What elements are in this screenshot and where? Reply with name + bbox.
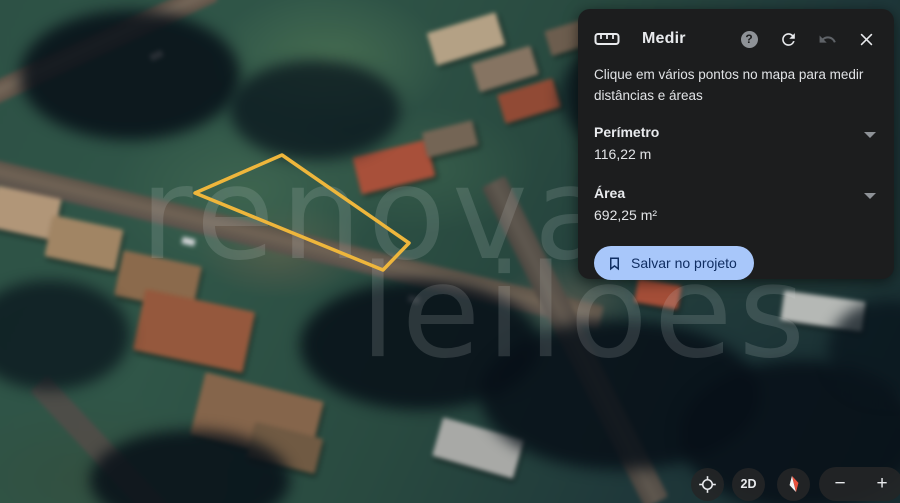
map-controls: 2D − + bbox=[691, 467, 900, 501]
zoom-control: − + bbox=[819, 467, 900, 501]
perimeter-metric: Perímetro 116,22 m bbox=[594, 123, 878, 164]
bookmark-icon bbox=[610, 256, 619, 270]
measure-panel: Medir ? Clique em vários pontos no mapa … bbox=[578, 9, 894, 280]
area-metric: Área 692,25 m² bbox=[594, 184, 878, 225]
area-expand-caret-icon[interactable] bbox=[864, 193, 876, 199]
google-earth-window: renova leilões Medir ? bbox=[0, 0, 900, 503]
compass-button[interactable] bbox=[777, 467, 810, 501]
refresh-icon bbox=[781, 32, 795, 46]
my-location-icon bbox=[699, 475, 716, 493]
2d-mode-button[interactable]: 2D bbox=[732, 467, 765, 501]
close-panel-button[interactable] bbox=[854, 27, 878, 51]
measure-panel-header: Medir ? bbox=[594, 23, 878, 55]
panel-title: Medir bbox=[642, 30, 686, 47]
help-icon: ? bbox=[740, 30, 758, 48]
close-icon bbox=[860, 33, 872, 45]
save-to-project-button[interactable]: Salvar no projeto bbox=[594, 246, 754, 280]
ruler-icon bbox=[594, 33, 620, 45]
save-button-label: Salvar no projeto bbox=[631, 255, 737, 271]
help-button[interactable]: ? bbox=[737, 27, 761, 51]
perimeter-value: 116,22 m bbox=[594, 146, 652, 162]
zoom-out-button[interactable]: − bbox=[819, 467, 861, 501]
compass-needle-icon bbox=[789, 475, 798, 493]
undo-button[interactable] bbox=[815, 27, 839, 51]
2d-mode-label: 2D bbox=[740, 477, 757, 491]
measure-instructions: Clique em vários pontos no mapa para med… bbox=[594, 67, 864, 103]
panel-header-actions: ? bbox=[737, 27, 878, 51]
restart-measurement-button[interactable] bbox=[776, 27, 800, 51]
perimeter-label: Perímetro bbox=[594, 124, 660, 140]
area-label: Área bbox=[594, 185, 626, 201]
measurement-polygon-shape bbox=[193, 153, 411, 272]
area-value: 692,25 m² bbox=[594, 207, 658, 223]
perimeter-expand-caret-icon[interactable] bbox=[864, 132, 876, 138]
undo-icon bbox=[819, 35, 836, 43]
my-location-button[interactable] bbox=[691, 467, 724, 501]
zoom-in-button[interactable]: + bbox=[861, 467, 900, 501]
